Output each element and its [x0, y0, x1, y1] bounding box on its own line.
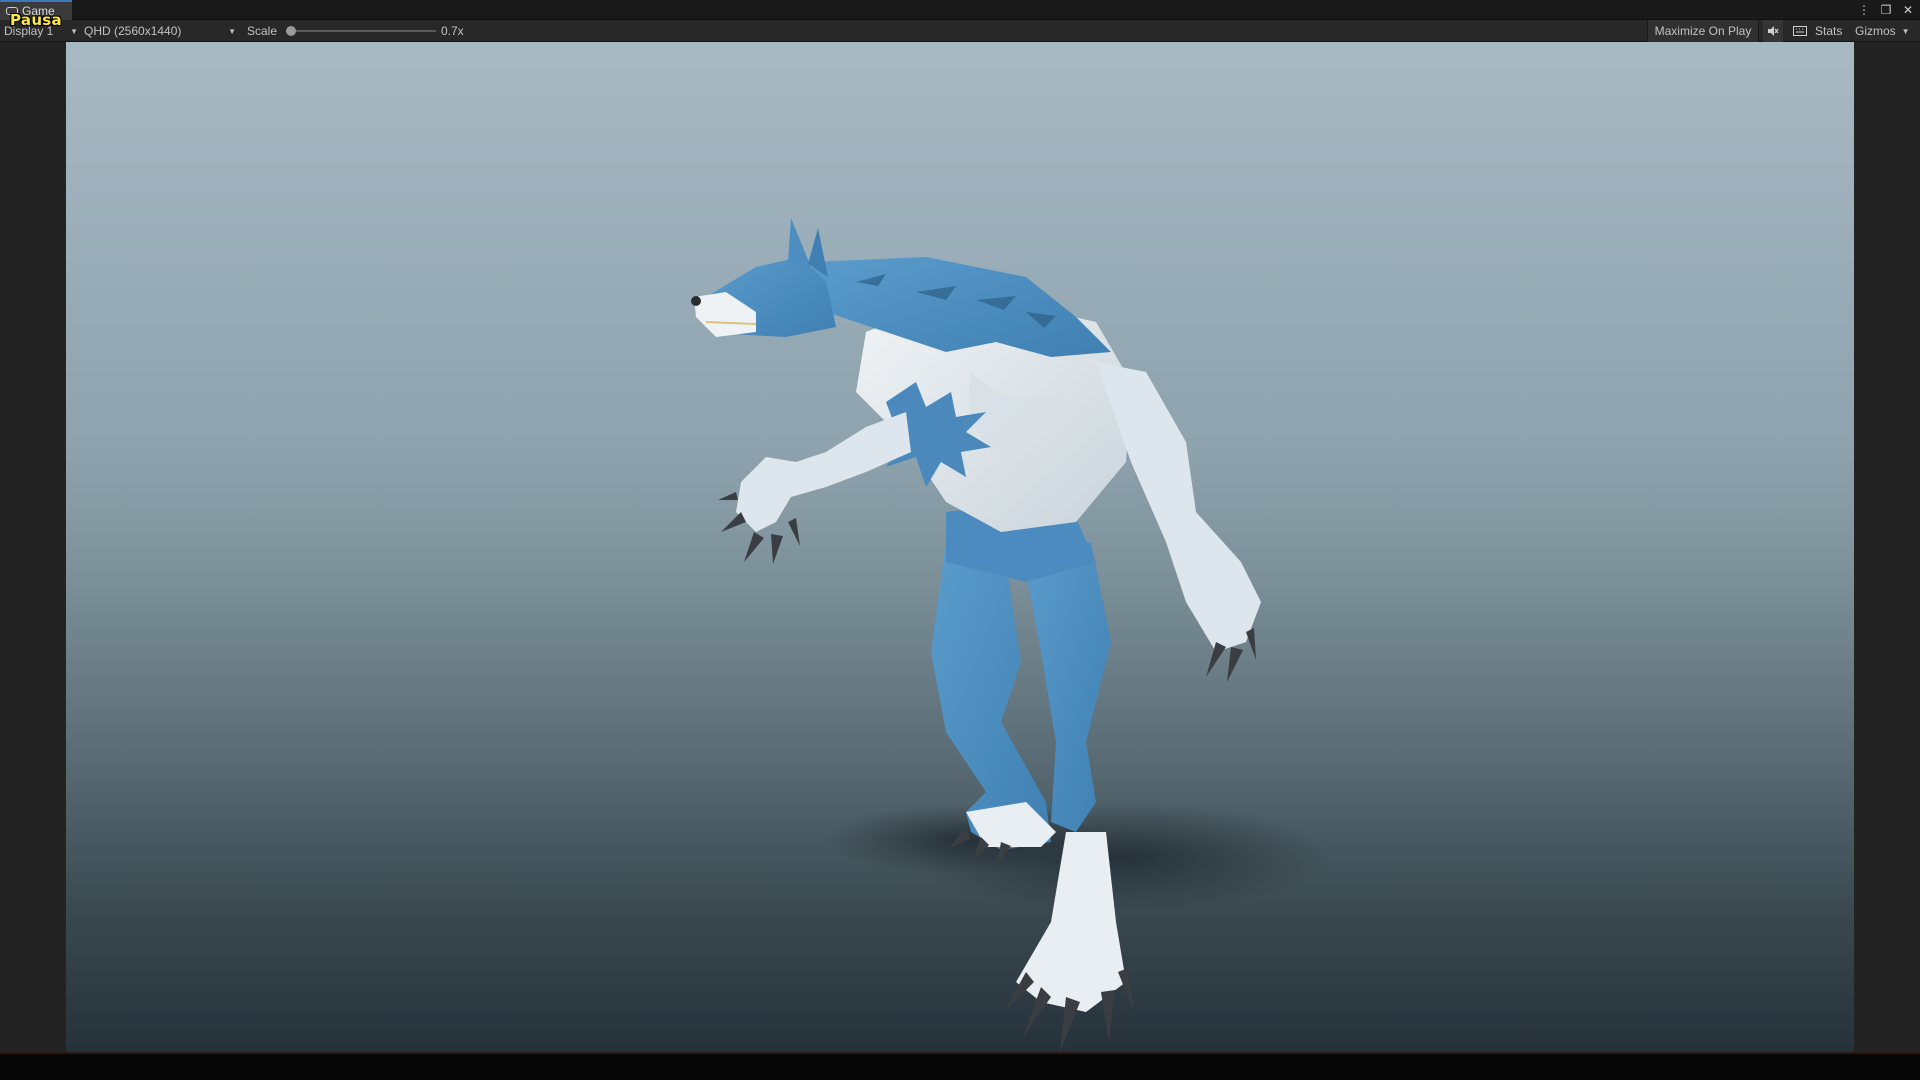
more-icon[interactable]: ⋮ — [1858, 2, 1870, 18]
resolution-label: QHD (2560x1440) — [84, 24, 182, 38]
werewolf-render — [691, 218, 1331, 1052]
game-view-window: Game ⋮ ❐ ✕ Pausa Display 1 ▼ QHD (2560x1… — [0, 0, 1920, 1080]
game-viewport[interactable] — [66, 42, 1854, 1052]
scale-slider-thumb[interactable] — [286, 26, 296, 36]
gizmos-label: Gizmos — [1855, 24, 1896, 38]
resolution-dropdown[interactable]: QHD (2560x1440) ▼ — [84, 20, 236, 42]
tab-strip: Game ⋮ ❐ ✕ — [0, 0, 1920, 20]
scale-slider-track — [286, 30, 436, 32]
close-icon[interactable]: ✕ — [1902, 2, 1914, 18]
window-controls: ⋮ ❐ ✕ — [1858, 2, 1914, 18]
game-toolbar: Display 1 ▼ QHD (2560x1440) ▼ Scale 0.7x… — [0, 20, 1920, 42]
chevron-down-icon: ▼ — [70, 26, 78, 36]
chevron-down-icon: ▼ — [228, 26, 236, 36]
gizmos-dropdown[interactable]: Gizmos ▼ — [1855, 20, 1910, 42]
speaker-mute-icon — [1768, 26, 1779, 36]
maximize-on-play-button[interactable]: Maximize On Play — [1647, 20, 1759, 42]
restore-icon[interactable]: ❐ — [1880, 2, 1892, 18]
pause-indicator: Pausa — [10, 11, 62, 29]
keyboard-icon[interactable] — [1792, 20, 1808, 42]
bottom-edge — [0, 1052, 1920, 1080]
scale-value: 0.7x — [441, 24, 464, 38]
werewolf-model — [691, 218, 1261, 1052]
stats-button[interactable]: Stats — [1815, 20, 1842, 42]
scale-slider[interactable] — [286, 20, 436, 42]
chevron-down-icon: ▼ — [1901, 26, 1910, 36]
mute-audio-button[interactable] — [1763, 20, 1783, 42]
scale-label: Scale — [247, 24, 278, 38]
